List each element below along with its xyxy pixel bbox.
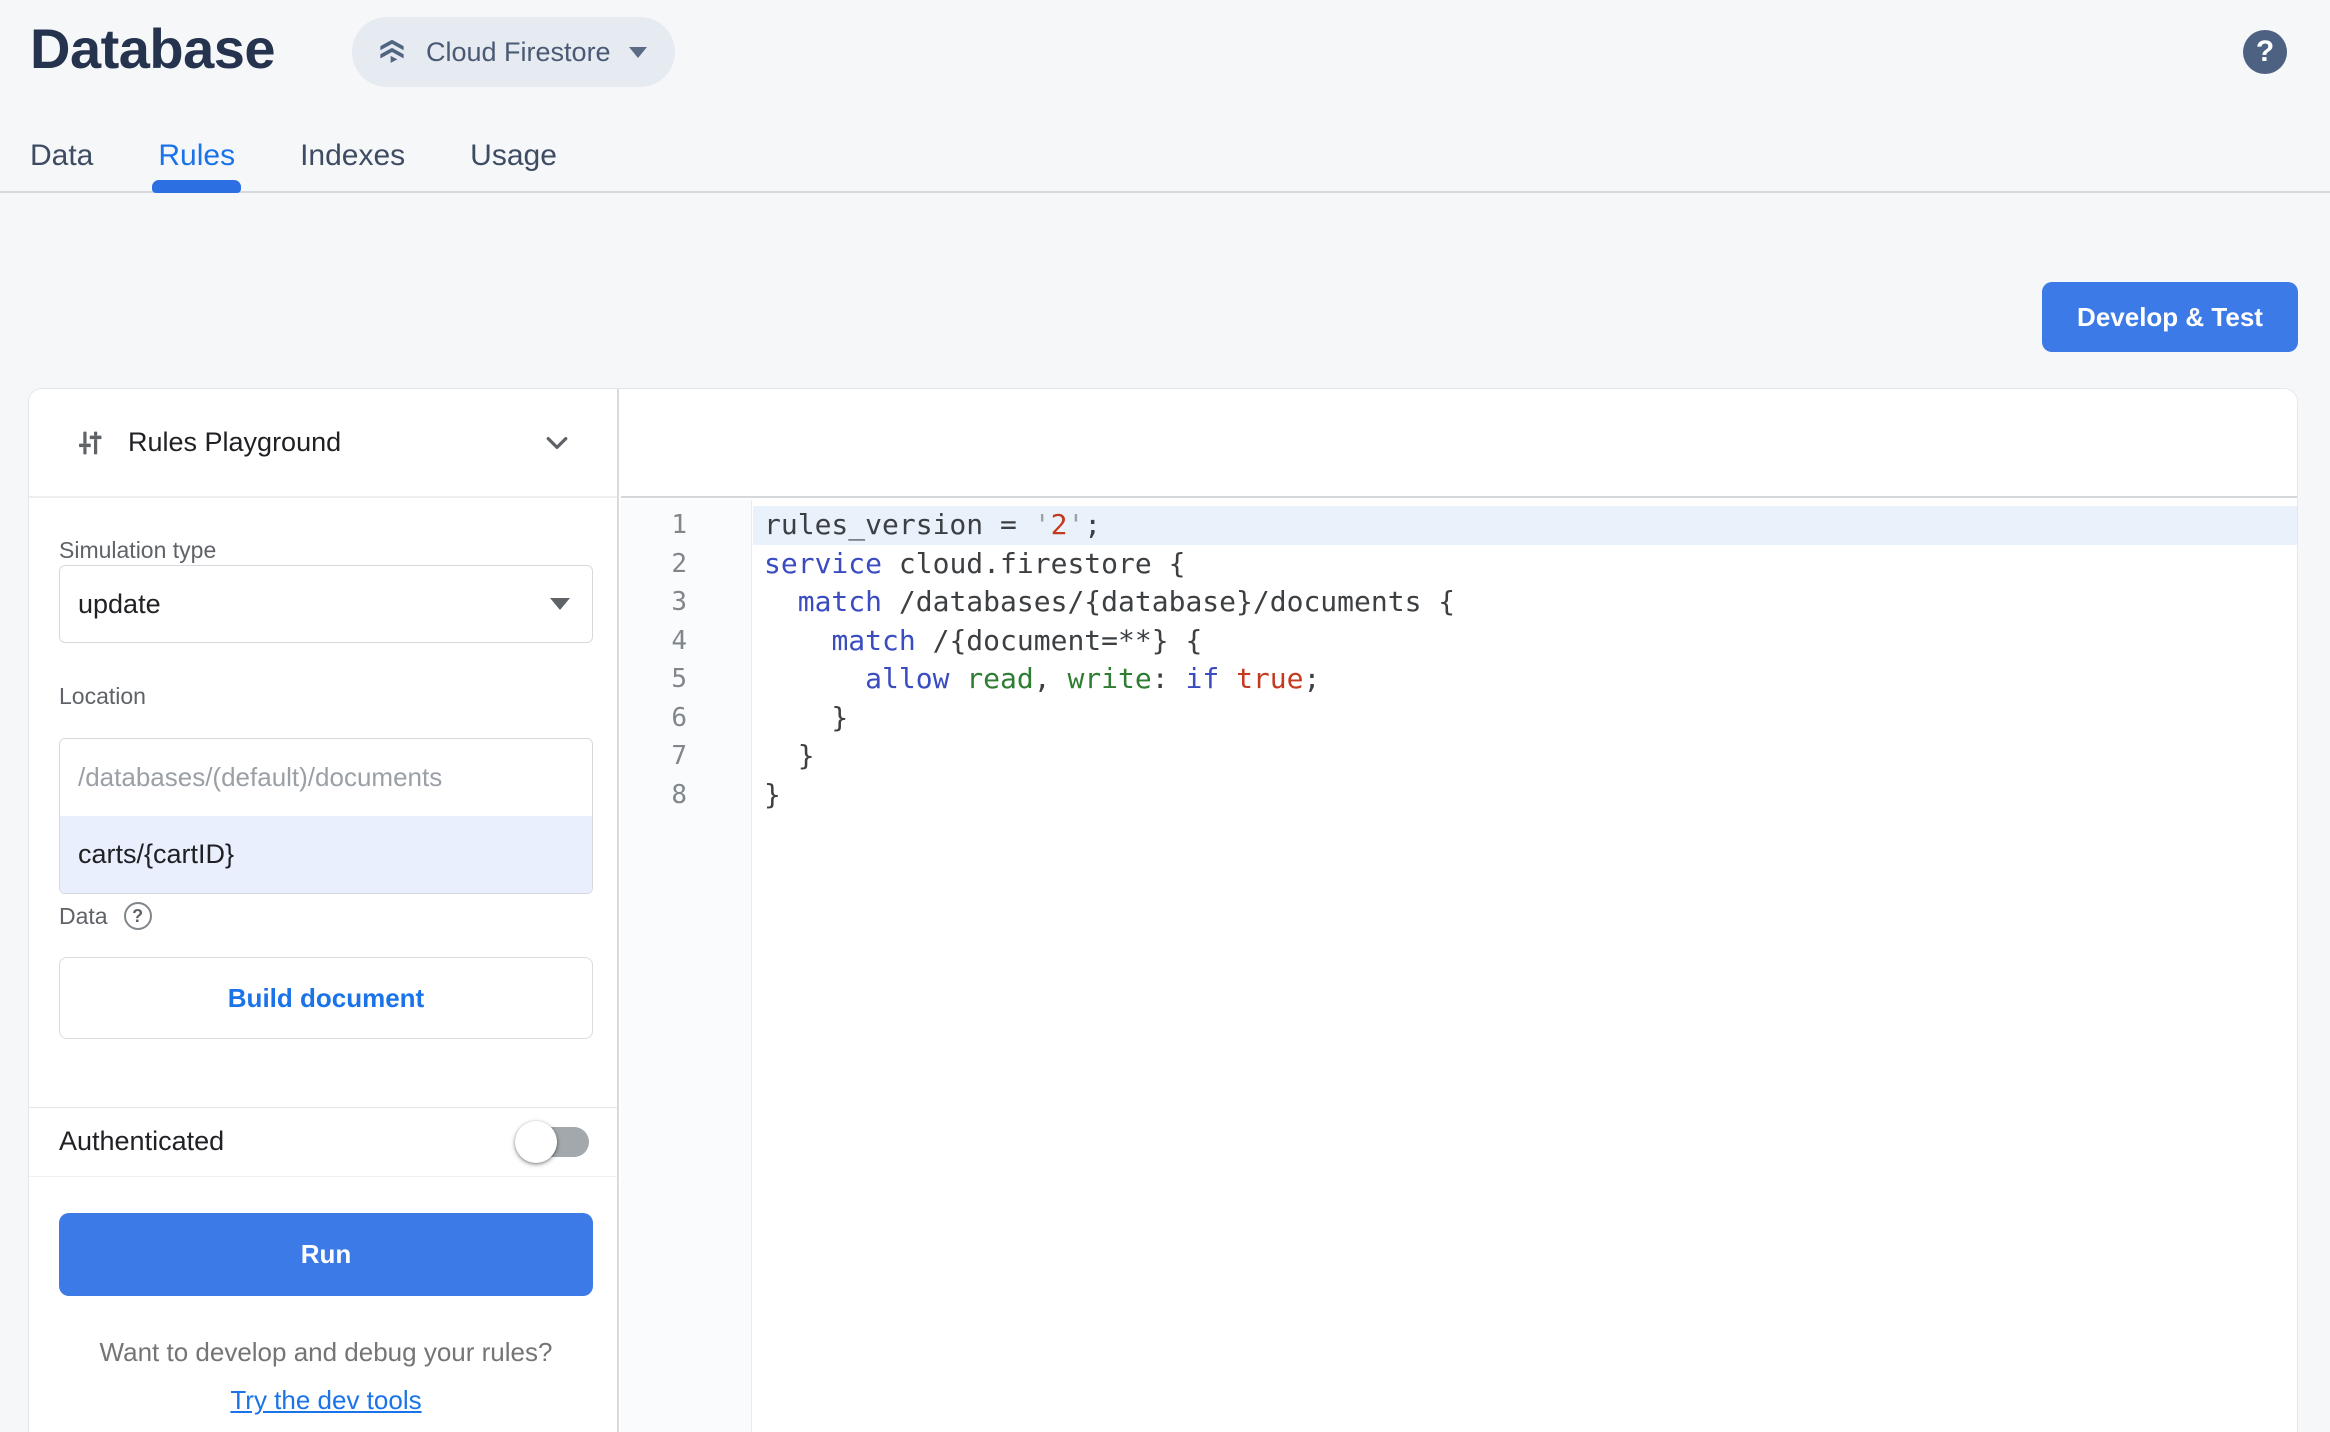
code-line[interactable]: }	[753, 737, 2297, 776]
authenticated-label: Authenticated	[59, 1126, 225, 1156]
code-token: 2	[1050, 508, 1068, 541]
authenticated-toggle[interactable]	[515, 1120, 589, 1164]
firestore-icon	[376, 36, 408, 68]
code-token: ;	[1303, 662, 1321, 695]
tab-bar: Data Rules Indexes Usage	[0, 120, 2330, 193]
code-token: read	[966, 662, 1034, 695]
code-token: allow	[865, 662, 950, 695]
run-button[interactable]: Run	[59, 1213, 593, 1296]
code-token: true	[1236, 662, 1304, 695]
rules-playground-header[interactable]: Rules Playground	[29, 389, 617, 498]
question-circle-icon[interactable]: ?	[123, 902, 152, 930]
location-value[interactable]: carts/{cartID}	[60, 816, 592, 893]
rules-playground-title: Rules Playground	[128, 427, 342, 457]
data-section-header: Data ?	[59, 902, 152, 930]
editor-gutter: 1 2 3 4 5 6 7 8	[621, 500, 752, 1432]
active-tab-indicator	[152, 180, 242, 193]
code-line[interactable]: match /databases/{database}/documents {	[753, 583, 2297, 622]
code-line[interactable]: }	[753, 776, 2297, 815]
line-number: 8	[671, 779, 687, 810]
code-token: ;	[1084, 508, 1102, 541]
line-number: 5	[671, 664, 687, 694]
code-token: match	[797, 585, 883, 618]
code-token: }	[764, 700, 849, 734]
code-token: '	[1033, 508, 1051, 541]
select-caret-icon	[550, 598, 570, 610]
line-number: 3	[671, 587, 687, 617]
code-token: }	[764, 777, 781, 811]
simulation-type-value: update	[78, 588, 161, 619]
code-token: if	[1185, 662, 1220, 695]
location-prefix: /databases/(default)/documents	[60, 739, 592, 816]
tab-usage[interactable]: Usage	[470, 120, 557, 191]
code-token: match	[831, 623, 916, 657]
tab-data[interactable]: Data	[30, 120, 93, 191]
toggle-thumb	[515, 1120, 557, 1163]
dev-tools-question: Want to develop and debug your rules?	[99, 1337, 553, 1367]
code-token: write	[1067, 662, 1152, 695]
code-token: cloud.firestore {	[882, 546, 1186, 580]
code-token: /databases/{database}/documents {	[882, 585, 1456, 618]
simulation-type-select[interactable]: update	[59, 565, 593, 643]
tab-label: Data	[30, 138, 94, 172]
code-token: :	[1151, 662, 1186, 695]
rules-content-card: Rules Playground Simulation type update …	[28, 388, 2298, 1432]
code-line[interactable]: }	[753, 699, 2297, 738]
product-switcher[interactable]: Cloud Firestore	[352, 17, 675, 87]
code-line[interactable]: rules_version = '2';	[753, 506, 2297, 545]
dev-tools-link[interactable]: Try the dev tools	[59, 1385, 593, 1416]
code-line[interactable]: allow read, write: if true;	[753, 660, 2297, 699]
code-token: service	[764, 546, 883, 580]
help-icon: ?	[2255, 35, 2275, 68]
code-token: /{document=**} {	[915, 623, 1203, 657]
authenticated-row: Authenticated	[29, 1108, 617, 1175]
tab-label: Indexes	[300, 138, 406, 172]
product-switcher-label: Cloud Firestore	[426, 36, 611, 67]
code-token: '	[1067, 508, 1085, 541]
section-divider	[29, 1176, 617, 1177]
tune-icon	[74, 427, 106, 459]
code-token: ,	[1033, 662, 1068, 695]
tab-indexes[interactable]: Indexes	[300, 120, 405, 191]
build-document-button[interactable]: Build document	[59, 957, 593, 1039]
chevron-down-icon[interactable]	[542, 428, 572, 458]
line-number: 6	[671, 702, 687, 733]
tab-label: Rules	[158, 138, 236, 172]
code-line[interactable]: match /{document=**} {	[753, 622, 2297, 661]
line-number: 2	[671, 548, 687, 579]
location-label: Location	[59, 683, 146, 709]
line-number: 4	[671, 625, 687, 656]
location-input[interactable]: /databases/(default)/documents carts/{ca…	[59, 738, 593, 894]
caret-down-icon	[628, 46, 647, 58]
code-token: rules_version =	[764, 508, 1034, 541]
code-line[interactable]: service cloud.firestore {	[753, 545, 2297, 584]
help-button[interactable]: ?	[2243, 30, 2287, 74]
tab-label: Usage	[470, 138, 557, 172]
line-number: 7	[671, 741, 687, 771]
code-token: }	[764, 739, 815, 772]
editor-toolbar	[621, 389, 2297, 498]
simulation-type-label: Simulation type	[59, 537, 217, 563]
line-number: 1	[671, 510, 687, 540]
develop-test-button[interactable]: Develop & Test	[2042, 282, 2298, 352]
rules-playground-panel: Rules Playground Simulation type update …	[29, 389, 619, 1432]
data-label: Data	[59, 902, 108, 929]
rules-code-editor: 12345678 rules_version = '2'; service clo…	[621, 389, 2297, 1432]
tab-rules[interactable]: Rules	[152, 120, 242, 193]
editor-code-area[interactable]: rules_version = '2'; service cloud.firest…	[753, 500, 2297, 1432]
page-title: Database	[30, 17, 276, 80]
